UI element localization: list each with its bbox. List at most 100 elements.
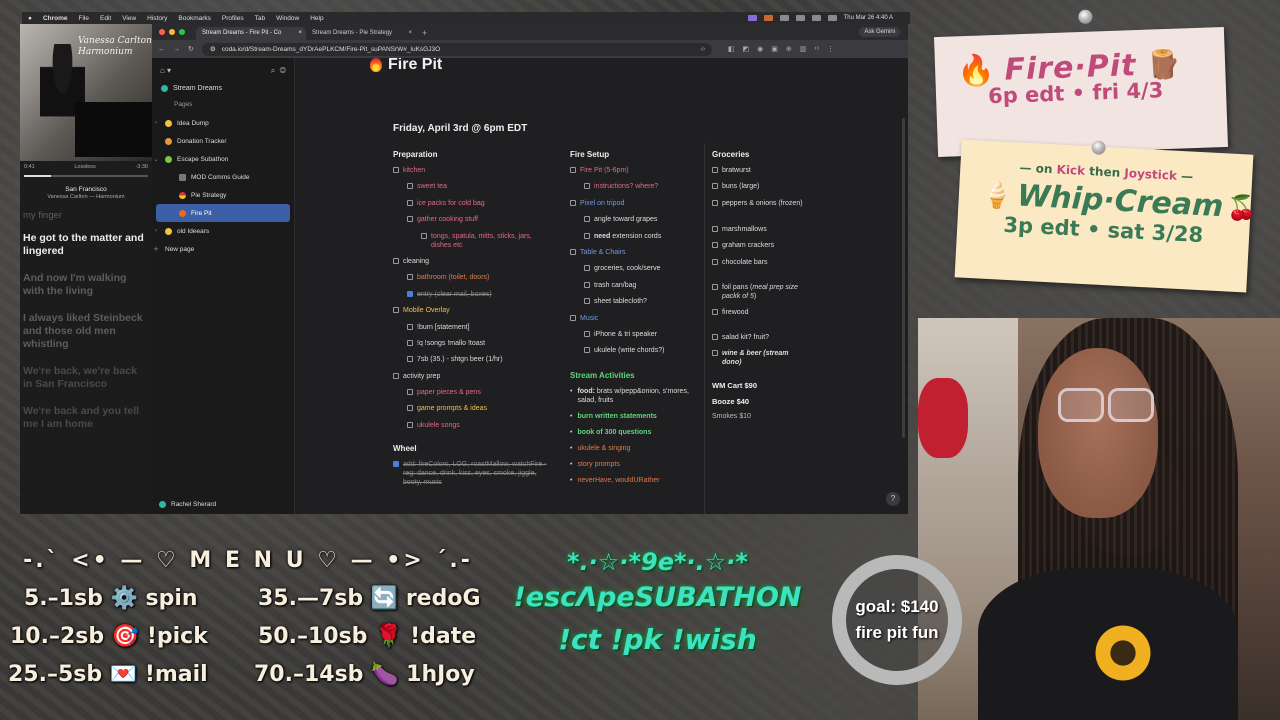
tab-pie-strategy[interactable]: Stream Dreams - Pie Strategy × bbox=[306, 27, 416, 40]
checklist-item[interactable]: wine & beer (stream dono) bbox=[712, 349, 808, 367]
code-icon[interactable]: ‹› bbox=[814, 45, 819, 53]
checkbox[interactable] bbox=[407, 405, 413, 412]
checkbox[interactable] bbox=[712, 167, 718, 173]
checklist-item[interactable]: chocolate bars bbox=[712, 258, 808, 267]
checkbox[interactable] bbox=[570, 167, 576, 173]
checklist-item[interactable]: sheet tablecloth? bbox=[584, 297, 700, 306]
checkbox[interactable] bbox=[393, 307, 399, 314]
checkbox[interactable] bbox=[407, 323, 413, 330]
extension-icon[interactable]: ◉ bbox=[757, 45, 763, 53]
menu-kebab-icon[interactable]: ⋮ bbox=[827, 45, 834, 53]
menu-help[interactable]: Help bbox=[310, 15, 323, 22]
sidebar-item-idea-dump[interactable]: › Idea Dump bbox=[152, 114, 294, 132]
url-field[interactable]: ⚙ coda.io/d/Stream-Dreams_dYDrAePLKCM/Fi… bbox=[201, 42, 712, 56]
tab-fire-pit[interactable]: Stream Dreams - Fire Pit - Co × bbox=[196, 27, 306, 40]
checkbox[interactable] bbox=[712, 283, 718, 290]
checklist-item[interactable]: game prompts & ideas bbox=[407, 404, 553, 413]
doc-title[interactable]: Stream Dreams bbox=[152, 85, 294, 92]
bookmark-star-icon[interactable]: ☆ bbox=[700, 45, 706, 53]
checklist-item[interactable]: salad kit? fruit? bbox=[712, 333, 808, 342]
close-tab-icon[interactable]: × bbox=[298, 30, 302, 36]
menu-tab[interactable]: Tab bbox=[255, 15, 265, 22]
checklist-item[interactable]: Mobile Overlay bbox=[393, 306, 553, 315]
checkbox[interactable] bbox=[712, 225, 718, 232]
checkbox[interactable] bbox=[712, 258, 718, 265]
checklist-item[interactable]: need extension cords bbox=[584, 232, 700, 241]
checklist-item[interactable]: instructions? where? bbox=[584, 182, 700, 191]
back-icon[interactable]: ← bbox=[158, 46, 165, 53]
checkbox[interactable] bbox=[570, 314, 576, 321]
extension-icon[interactable]: ⊕ bbox=[786, 45, 792, 53]
checklist-item[interactable]: firewood bbox=[712, 308, 808, 317]
menu-window[interactable]: Window bbox=[276, 15, 299, 22]
progress-bar[interactable] bbox=[24, 175, 148, 177]
checkbox[interactable] bbox=[570, 199, 576, 206]
checklist-item[interactable]: tongs, spatula, mitts, sticks, jars, dis… bbox=[421, 232, 553, 250]
checkbox-checked[interactable] bbox=[393, 460, 399, 467]
checklist-item[interactable]: kitchen bbox=[393, 166, 553, 175]
checklist-item[interactable]: trash can/bag bbox=[584, 281, 700, 290]
checklist-item[interactable]: entry (clear mail, boxes) bbox=[407, 290, 553, 299]
checklist-item[interactable]: cleaning bbox=[393, 257, 553, 266]
search-icon[interactable]: ⌕ ◎ bbox=[271, 66, 286, 76]
site-info-icon[interactable]: ⚙ bbox=[210, 45, 216, 53]
new-page-button[interactable]: + New page bbox=[152, 240, 294, 258]
ask-gemini-button[interactable]: Ask Gemini bbox=[859, 27, 900, 37]
checkbox[interactable] bbox=[407, 389, 413, 396]
checkbox[interactable] bbox=[712, 242, 718, 249]
forward-icon[interactable]: → bbox=[173, 46, 180, 53]
checkbox[interactable] bbox=[407, 274, 413, 281]
checkbox[interactable] bbox=[584, 216, 590, 223]
checklist-item[interactable]: gather cooking stuff bbox=[407, 215, 553, 224]
extension-icon[interactable]: ◩ bbox=[743, 45, 750, 53]
checklist-item[interactable]: sweet tea bbox=[407, 182, 553, 191]
checkbox[interactable] bbox=[584, 265, 590, 272]
apple-icon[interactable]: ● bbox=[28, 15, 32, 22]
checkbox[interactable] bbox=[584, 298, 590, 305]
checklist-item[interactable]: add: fireColors, LOG, roastMallow, watch… bbox=[393, 460, 553, 487]
checkbox[interactable] bbox=[407, 183, 413, 190]
wifi-icon[interactable] bbox=[811, 15, 821, 21]
checklist-item[interactable]: graham crackers bbox=[712, 241, 808, 250]
checklist-item[interactable]: ukulele songs bbox=[407, 421, 553, 430]
checkbox[interactable] bbox=[407, 339, 413, 346]
checkbox-checked[interactable] bbox=[407, 290, 413, 297]
checkbox[interactable] bbox=[584, 347, 590, 354]
checkbox[interactable] bbox=[570, 248, 576, 255]
checkbox[interactable] bbox=[712, 199, 718, 206]
close-window-button[interactable] bbox=[159, 29, 165, 35]
menu-file[interactable]: File bbox=[79, 15, 89, 22]
menu-history[interactable]: History bbox=[147, 15, 167, 22]
sidebar-item-fire-pit[interactable]: Fire Pit bbox=[156, 204, 290, 222]
checkbox[interactable] bbox=[584, 183, 590, 190]
checklist-item[interactable]: iPhone & tri speaker bbox=[584, 330, 700, 339]
checkbox[interactable] bbox=[584, 281, 590, 288]
scrollbar[interactable] bbox=[902, 118, 905, 438]
checkbox[interactable] bbox=[393, 167, 399, 173]
checklist-item[interactable]: ice packs for cold bag bbox=[407, 199, 553, 208]
checkbox[interactable] bbox=[712, 333, 718, 340]
chevron-right-icon[interactable]: › bbox=[152, 228, 160, 234]
chevron-down-icon[interactable]: ⌄ bbox=[152, 156, 160, 163]
display-icon[interactable] bbox=[779, 15, 789, 21]
checklist-item[interactable]: !q !songs !mallo !toast bbox=[407, 339, 553, 348]
sidebar-item-donation-tracker[interactable]: Donation Tracker bbox=[152, 132, 294, 150]
sidebar-item-pie-strategy[interactable]: Pie Strategy bbox=[152, 186, 294, 204]
checklist-item[interactable]: paper pieces & pens bbox=[407, 388, 553, 397]
zoom-window-button[interactable] bbox=[179, 29, 185, 35]
checklist-item[interactable]: Music bbox=[570, 314, 700, 323]
menu-view[interactable]: View bbox=[122, 15, 136, 22]
checklist-item[interactable]: groceries, cook/serve bbox=[584, 264, 700, 273]
sidebar-item-mod-comms[interactable]: MOD Comms Guide bbox=[152, 168, 294, 186]
menu-profiles[interactable]: Profiles bbox=[222, 15, 244, 22]
checklist-item[interactable]: angle toward grapes bbox=[584, 215, 700, 224]
record-icon[interactable] bbox=[763, 15, 773, 21]
menu-bookmarks[interactable]: Bookmarks bbox=[178, 15, 211, 22]
checkbox[interactable] bbox=[584, 232, 590, 239]
trash-icon[interactable]: ▥ bbox=[800, 45, 807, 53]
extension-icon[interactable]: ▣ bbox=[771, 45, 778, 53]
checkbox[interactable] bbox=[712, 183, 718, 190]
checklist-item[interactable]: marshmallows bbox=[712, 225, 808, 234]
clock[interactable]: Thu Mar 26 4:40 A bbox=[844, 15, 893, 21]
checklist-item[interactable]: Fire Pit (5-6pm) bbox=[570, 166, 700, 175]
